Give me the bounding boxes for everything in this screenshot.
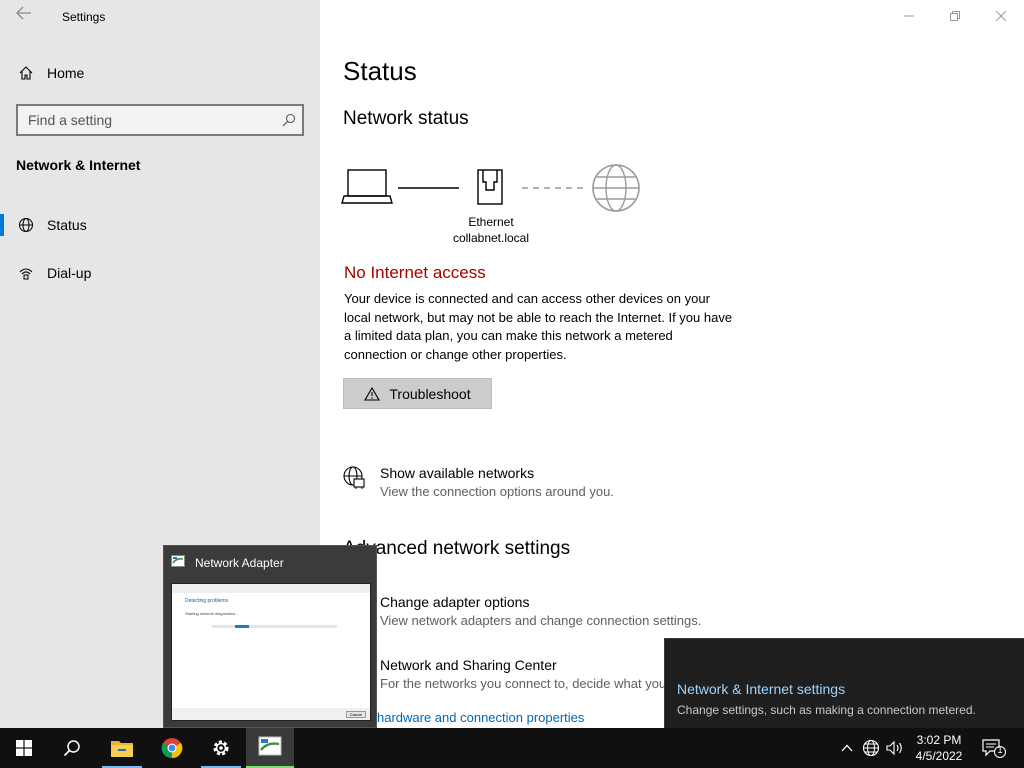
connection-status-title: No Internet access	[344, 263, 486, 282]
back-arrow-icon[interactable]	[12, 6, 36, 26]
change-adapter-title: Change adapter options	[380, 594, 530, 610]
change-adapter-subtitle: View network adapters and change connect…	[380, 613, 702, 628]
troubleshoot-label: Troubleshoot	[389, 385, 471, 402]
search-icon[interactable]	[48, 728, 96, 768]
show-networks-link[interactable]: Show available networks View the connect…	[342, 465, 642, 505]
thumbnail-progress-bar	[212, 625, 337, 628]
network-name: collabnet.local	[452, 231, 530, 245]
sidebar-item-home[interactable]: Home	[0, 56, 320, 90]
thumbnail-progress-fill	[235, 625, 249, 628]
network-status-heading: Network status	[343, 108, 469, 129]
network-adapter-taskbar-button[interactable]	[246, 728, 294, 768]
change-adapter-options-link[interactable]: Change adapter options View network adap…	[342, 594, 712, 634]
network-globe-icon[interactable]	[860, 738, 882, 758]
thumbnail-status-text: Starting network diagnostics...	[185, 611, 239, 616]
app-title: Settings	[62, 10, 106, 24]
sidebar-item-dialup[interactable]: Dial-up	[0, 256, 320, 290]
clock[interactable]: 3:02 PM 4/5/2022	[904, 732, 974, 764]
notification-icon[interactable]: 1	[981, 738, 1009, 758]
chevron-up-icon[interactable]	[836, 738, 858, 758]
thumbnail-titlebar	[172, 584, 370, 593]
settings-gear-icon[interactable]	[197, 728, 245, 768]
clock-date: 4/5/2022	[915, 749, 963, 763]
start-icon[interactable]	[0, 728, 48, 768]
search-box[interactable]	[16, 104, 304, 136]
sidebar-item-label: Dial-up	[47, 265, 92, 281]
section-heading: Network & Internet	[16, 157, 141, 173]
thumbnail-detecting-text: Detecting problems	[185, 598, 229, 604]
dialup-icon	[16, 265, 36, 281]
volume-icon[interactable]	[884, 738, 906, 758]
flyout-description: Change settings, such as making a connec…	[677, 703, 976, 717]
sharing-center-title: Network and Sharing Center	[380, 657, 557, 673]
page-title: Status	[343, 56, 417, 86]
show-networks-subtitle: View the connection options around you.	[380, 484, 614, 499]
globe-status-icon	[16, 217, 36, 233]
search-input[interactable]	[18, 112, 276, 128]
troubleshoot-button[interactable]: Troubleshoot	[343, 378, 492, 409]
flyout-settings-link[interactable]: Network & Internet settings	[677, 681, 845, 697]
adapter-label: Ethernet collabnet.local	[448, 214, 534, 246]
restore-icon[interactable]	[932, 0, 978, 32]
connection-status-description: Your device is connected and can access …	[344, 291, 733, 362]
thumbnail-footer: Cancel	[172, 708, 370, 720]
clock-time: 3:02 PM	[916, 733, 962, 747]
preview-header[interactable]: Network Adapter	[171, 554, 284, 572]
hardware-properties-link[interactable]: hardware and connection properties	[377, 710, 584, 725]
network-flyout[interactable]: Network & Internet settings Change setti…	[664, 638, 1024, 728]
adapter-name: Ethernet	[468, 215, 514, 229]
taskbar-preview[interactable]: Network Adapter Detecting problems Start…	[163, 545, 377, 728]
laptop-icon	[341, 169, 393, 204]
sharing-center-subtitle: For the networks you connect to, decide …	[380, 676, 667, 691]
network-adapter-icon	[171, 554, 185, 572]
network-diagram	[341, 164, 640, 212]
show-networks-title: Show available networks	[380, 465, 535, 481]
home-icon	[16, 65, 36, 81]
globe-icon	[592, 164, 640, 212]
sidebar-item-label: Status	[47, 217, 87, 233]
file-explorer-icon[interactable]	[98, 728, 146, 768]
notification-count: 1	[997, 745, 1003, 755]
close-icon[interactable]	[978, 0, 1024, 32]
preview-title: Network Adapter	[195, 556, 284, 570]
sidebar-item-label: Home	[47, 65, 85, 81]
chrome-icon[interactable]	[148, 728, 196, 768]
thumbnail-cancel-button: Cancel	[346, 711, 366, 718]
preview-thumbnail[interactable]: Detecting problems Starting network diag…	[171, 583, 371, 721]
minimize-icon[interactable]	[886, 0, 932, 32]
networks-globe-icon	[342, 465, 368, 494]
sidebar-item-status[interactable]: Status	[0, 208, 320, 242]
ethernet-icon	[477, 169, 503, 205]
advanced-settings-heading: Advanced network settings	[343, 538, 571, 559]
search-icon[interactable]	[276, 113, 302, 127]
warning-icon	[364, 386, 381, 401]
sharing-center-link[interactable]: Network and Sharing Center For the netwo…	[342, 657, 672, 697]
network-adapter-icon	[258, 736, 282, 761]
taskbar: 3:02 PM 4/5/2022 1	[0, 728, 1024, 768]
